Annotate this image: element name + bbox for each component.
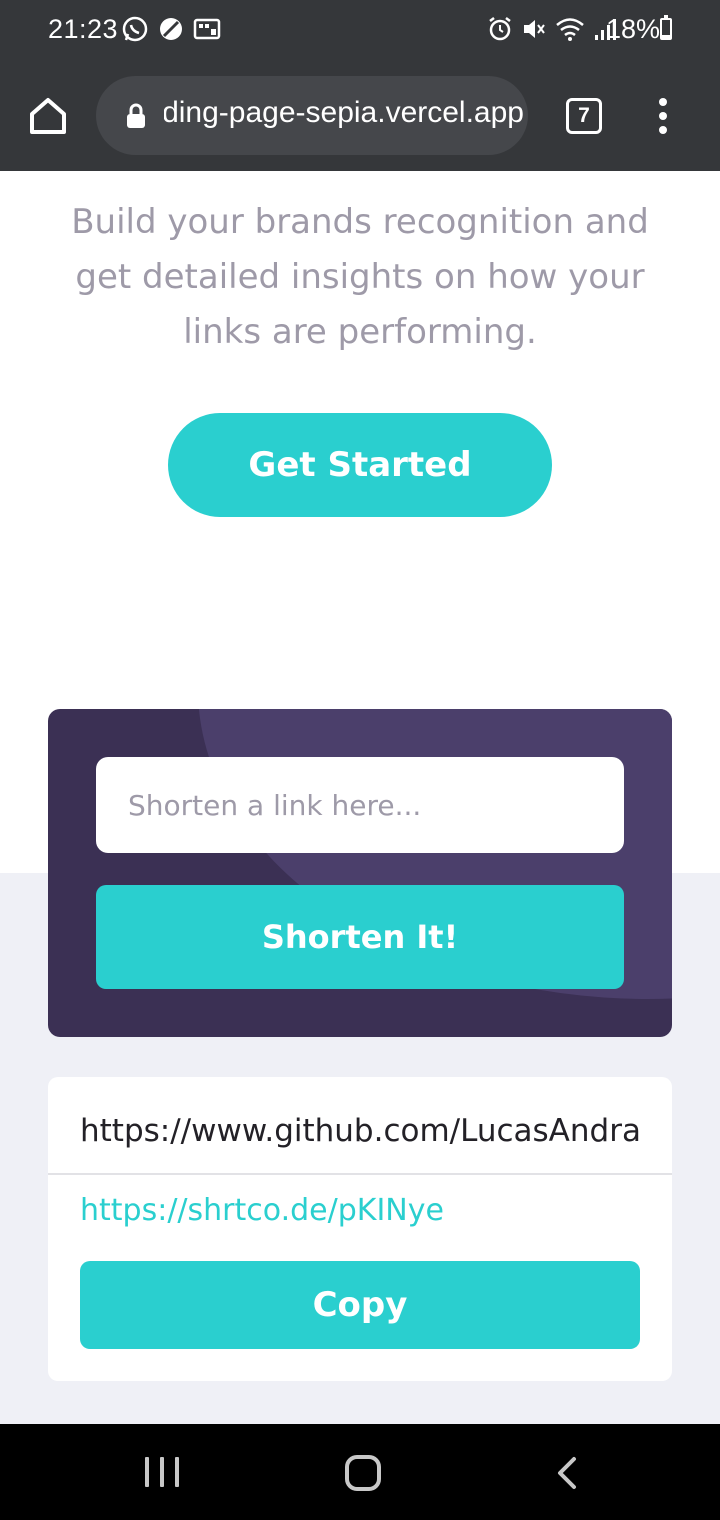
get-started-button[interactable]: Get Started: [168, 413, 552, 517]
mute-icon: [524, 20, 545, 38]
browser-toolbar: landing-page-sepia.vercel.app 7: [0, 60, 720, 171]
recents-icon[interactable]: [145, 1457, 179, 1487]
home-icon[interactable]: [26, 94, 70, 138]
more-menu-icon[interactable]: [655, 98, 671, 134]
tab-switcher-button[interactable]: 7: [566, 98, 602, 134]
page-content: Build your brands recognition and get de…: [0, 171, 720, 1424]
status-time: 21:23: [48, 14, 119, 44]
battery-percent: 18%: [606, 14, 661, 44]
blocked-icon: [160, 18, 182, 40]
shortened-link-card: https://www.github.com/LucasAndrade http…: [48, 1077, 672, 1381]
wifi-icon: [556, 18, 584, 41]
alarm-icon: [489, 17, 511, 41]
lock-icon: [127, 103, 145, 128]
address-bar[interactable]: landing-page-sepia.vercel.app: [96, 76, 528, 155]
shorten-form: Shorten It!: [48, 709, 672, 1037]
navigation-bar: [0, 1424, 720, 1520]
notification-icons: [121, 15, 221, 43]
back-icon[interactable]: [552, 1456, 580, 1490]
link-input[interactable]: [96, 757, 624, 853]
nav-home-icon[interactable]: [345, 1455, 381, 1491]
keyboard-icon: [193, 18, 221, 40]
short-url[interactable]: https://shrtco.de/pKINye: [80, 1193, 444, 1228]
divider: [48, 1173, 672, 1175]
shorten-button[interactable]: Shorten It!: [96, 885, 624, 989]
hero-description: Build your brands recognition and get de…: [71, 202, 649, 352]
url-text[interactable]: landing-page-sepia.vercel.app: [164, 96, 524, 130]
system-icons: [487, 15, 617, 43]
copy-button[interactable]: Copy: [80, 1261, 640, 1349]
original-url: https://www.github.com/LucasAndrade: [80, 1113, 640, 1149]
battery-icon: [660, 15, 672, 40]
whatsapp-icon: [122, 16, 148, 42]
status-bar: 21:23 18%: [0, 0, 720, 60]
